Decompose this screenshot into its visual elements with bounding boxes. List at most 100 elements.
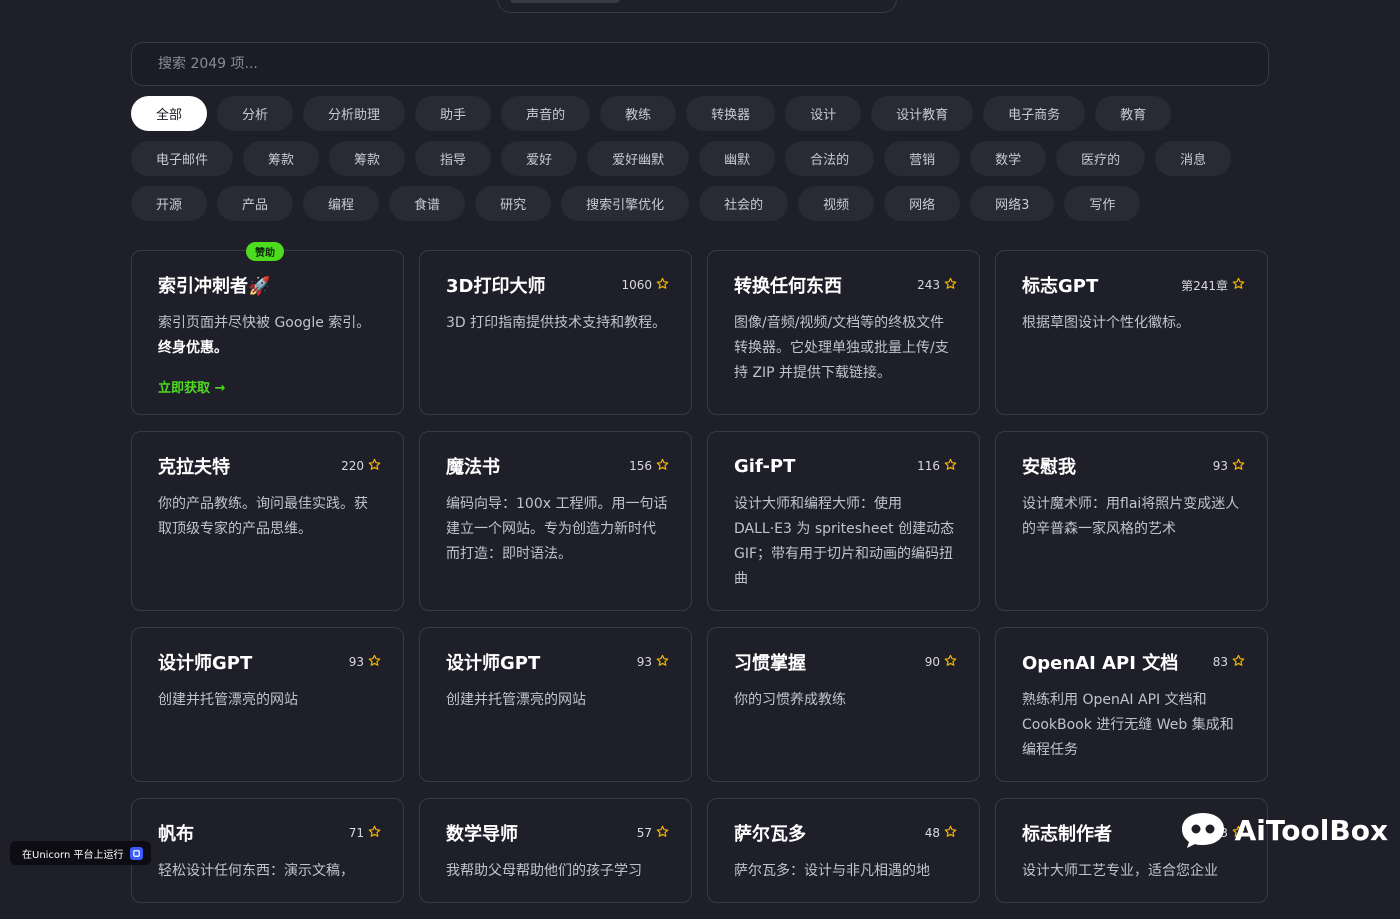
- gpt-card[interactable]: 标志GPT 第241章 根据草图设计个性化徽标。: [995, 250, 1268, 415]
- star-count[interactable]: 93: [349, 654, 381, 670]
- filter-chip[interactable]: 数学: [970, 141, 1047, 176]
- star-icon: [368, 825, 381, 841]
- filter-chip[interactable]: 产品: [217, 186, 294, 221]
- filter-chip-all[interactable]: 全部: [131, 96, 208, 131]
- filter-chip[interactable]: 网络: [884, 186, 961, 221]
- card-title: 克拉夫特: [158, 457, 230, 478]
- star-count[interactable]: 1060: [621, 277, 669, 293]
- star-icon: [656, 825, 669, 841]
- star-count-value: 93: [348, 655, 364, 669]
- star-count[interactable]: 90: [925, 654, 957, 670]
- filter-chip[interactable]: 爱好幽默: [587, 141, 690, 176]
- filter-chip[interactable]: 分析: [217, 96, 294, 131]
- star-count[interactable]: 156: [629, 458, 669, 474]
- star-count-value: 第241章: [1181, 278, 1228, 293]
- filter-chip[interactable]: 电子邮件: [131, 141, 234, 176]
- gpt-card[interactable]: 转换任何东西 243 图像/音频/视频/文档等的终极文件转换器。它处理单独或批量上传…: [707, 250, 980, 415]
- card-title: 帆布: [158, 824, 194, 845]
- filter-chip[interactable]: 视频: [798, 186, 875, 221]
- filter-chip[interactable]: 教育: [1095, 96, 1172, 131]
- category-filters: 全部 分析 分析助理 助手 声音的 教练 转换器 设计 设计教育 电子商务 教育 电子邮件 筹款 筹款 指导…: [131, 96, 1271, 221]
- star-count[interactable]: 48: [925, 825, 957, 841]
- card-description: 设计魔术师：用flai将照片变成迷人的辛普森一家风格的艺术: [1022, 496, 1240, 537]
- star-count[interactable]: 71: [349, 825, 381, 841]
- filter-chip[interactable]: 设计: [785, 96, 862, 131]
- star-count[interactable]: 第241章: [1181, 277, 1245, 294]
- filter-chip[interactable]: 转换器: [686, 96, 776, 131]
- card-title: 设计师GPT: [158, 653, 253, 674]
- search-box[interactable]: [131, 42, 1269, 86]
- filter-chip[interactable]: 食谱: [389, 186, 466, 221]
- gpt-card[interactable]: 设计师GPT 93 创建并托管漂亮的网站: [419, 627, 692, 782]
- card-title: Gif-PT: [734, 455, 796, 477]
- star-count[interactable]: 93: [1213, 458, 1245, 474]
- star-count-value: 243: [917, 278, 940, 292]
- sponsored-card[interactable]: 赞助 索引冲刺者🚀 索引页面并尽快被 Google 索引。终身优惠。 立即获取 …: [131, 242, 404, 415]
- card-description: 图像/音频/视频/文档等的终极文件转换器。它处理单独或批量上传/支持 ZIP 并…: [734, 315, 949, 381]
- filter-chip[interactable]: 筹款: [243, 141, 320, 176]
- filter-chip[interactable]: 社会的: [699, 186, 789, 221]
- star-count-value: 116: [917, 459, 940, 473]
- aitoolbox-watermark: AiToolBox: [1179, 810, 1388, 850]
- top-tab-active[interactable]: [510, 0, 620, 3]
- get-now-link[interactable]: 立即获取 →: [158, 377, 381, 396]
- filter-chip[interactable]: 筹款: [329, 141, 406, 176]
- filter-chip[interactable]: 研究: [475, 186, 552, 221]
- card-description: 设计大师工艺专业，适合您企业: [1022, 863, 1218, 879]
- filter-chip[interactable]: 幽默: [699, 141, 776, 176]
- filter-chip[interactable]: 开源: [131, 186, 208, 221]
- filter-chip[interactable]: 分析助理: [303, 96, 406, 131]
- star-count-value: 220: [341, 459, 364, 473]
- gpt-card[interactable]: 萨尔瓦多 48 萨尔瓦多：设计与非凡相遇的地: [707, 798, 980, 903]
- star-count[interactable]: 57: [637, 825, 669, 841]
- filter-chip[interactable]: 医疗的: [1056, 141, 1146, 176]
- filter-chip[interactable]: 电子商务: [983, 96, 1086, 131]
- chat-bubble-logo-icon: [1181, 813, 1224, 848]
- gpt-card[interactable]: 魔法书 156 编码向导：100x 工程师。用一句话建立一个网站。专为创造力新时代而…: [419, 431, 692, 611]
- filter-chip[interactable]: 合法的: [785, 141, 875, 176]
- star-count[interactable]: 243: [917, 277, 957, 293]
- gpt-card[interactable]: 3D打印大师 1060 3D 打印指南提供技术支持和教程。: [419, 250, 692, 415]
- card-title: 萨尔瓦多: [734, 824, 806, 845]
- star-count[interactable]: 116: [917, 458, 957, 474]
- star-count[interactable]: 93: [637, 654, 669, 670]
- card-description: 我帮助父母帮助他们的孩子学习: [446, 863, 642, 879]
- star-count[interactable]: 220: [341, 458, 381, 474]
- unicorn-platform-badge[interactable]: 在Unicorn 平台上运行: [10, 841, 151, 865]
- card-description: 萨尔瓦多：设计与非凡相遇的地: [734, 863, 930, 879]
- filter-chip[interactable]: 写作: [1064, 186, 1141, 221]
- card-description: 3D 打印指南提供技术支持和教程。: [446, 315, 667, 331]
- gpt-card[interactable]: 习惯掌握 90 你的习惯养成教练: [707, 627, 980, 782]
- star-count[interactable]: 83: [1213, 654, 1245, 670]
- filter-chip[interactable]: 声音的: [501, 96, 591, 131]
- filter-chip[interactable]: 教练: [600, 96, 677, 131]
- filter-chip[interactable]: 设计教育: [871, 96, 974, 131]
- filter-chip[interactable]: 编程: [303, 186, 380, 221]
- filter-chip[interactable]: 搜索引擎优化: [561, 186, 690, 221]
- top-tab-bar: [497, 0, 897, 13]
- star-icon: [368, 458, 381, 474]
- gpt-card[interactable]: Gif-PT 116 设计大师和编程大师：使用 DALL·E3 为 spritesh…: [707, 431, 980, 611]
- gpt-card[interactable]: OpenAI API 文档 83 熟练利用 OpenAI API 文档和 CookB…: [995, 627, 1268, 782]
- card-title: 标志GPT: [1022, 276, 1099, 297]
- filter-chip[interactable]: 网络3: [970, 186, 1055, 221]
- card-title: 数学导师: [446, 824, 518, 845]
- star-count-value: 48: [924, 826, 940, 840]
- star-count-value: 83: [1212, 655, 1228, 669]
- filter-chip[interactable]: 指导: [415, 141, 492, 176]
- filter-chip[interactable]: 营销: [884, 141, 961, 176]
- star-count-value: 57: [636, 826, 652, 840]
- gpt-card[interactable]: 安慰我 93 设计魔术师：用flai将照片变成迷人的辛普森一家风格的艺术: [995, 431, 1268, 611]
- gpt-card[interactable]: 设计师GPT 93 创建并托管漂亮的网站: [131, 627, 404, 782]
- star-count-value: 93: [636, 655, 652, 669]
- gpt-card[interactable]: 克拉夫特 220 你的产品教练。询问最佳实践。获取顶级专家的产品思维。: [131, 431, 404, 611]
- gpt-card[interactable]: 数学导师 57 我帮助父母帮助他们的孩子学习: [419, 798, 692, 903]
- card-description: 轻松设计任何东西：演示文稿，: [158, 863, 354, 879]
- gpt-card[interactable]: 帆布 71 轻松设计任何东西：演示文稿，: [131, 798, 404, 903]
- star-count-value: 90: [924, 655, 940, 669]
- filter-chip[interactable]: 助手: [415, 96, 492, 131]
- filter-chip[interactable]: 消息: [1155, 141, 1232, 176]
- card-description: 创建并托管漂亮的网站: [446, 692, 586, 708]
- filter-chip[interactable]: 爱好: [501, 141, 578, 176]
- search-input[interactable]: [158, 56, 1268, 72]
